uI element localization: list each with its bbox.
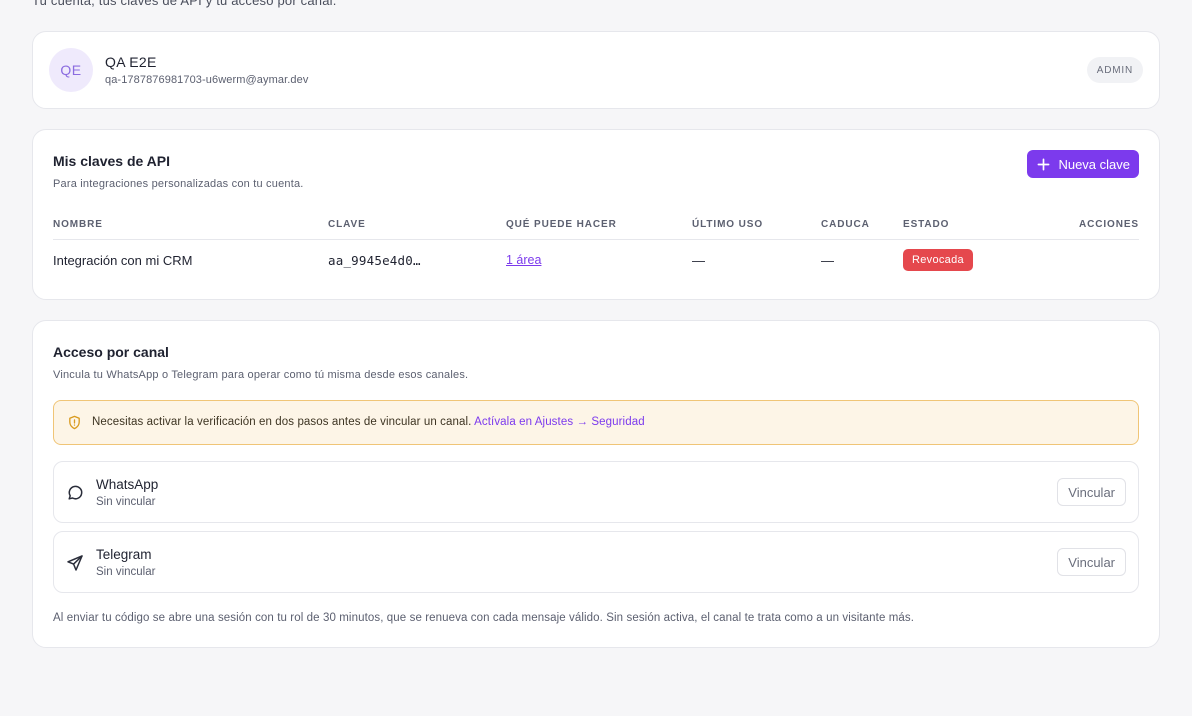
- channel-telegram: Telegram Sin vincular Vincular: [53, 531, 1139, 593]
- message-circle-icon: [68, 485, 83, 500]
- profile-name: QA E2E: [105, 54, 157, 70]
- channels-subtitle: Vincula tu WhatsApp o Telegram para oper…: [53, 369, 469, 381]
- key-name: Integración con mi CRM: [53, 253, 193, 268]
- column-header-actions: Acciones: [1079, 219, 1139, 230]
- channel-status: Sin vincular: [96, 566, 156, 578]
- channel-status: Sin vincular: [96, 496, 156, 508]
- column-header-scope: Qué puede hacer: [506, 219, 617, 230]
- channel-name: WhatsApp: [96, 477, 159, 492]
- new-key-label: Nueva clave: [1058, 156, 1130, 172]
- table-row: Integración con mi CRM aa_9945e4d0… 1 ár…: [53, 240, 1139, 280]
- link-whatsapp-button[interactable]: Vincular: [1057, 478, 1126, 506]
- channel-access-card: Acceso por canal Vincula tu WhatsApp o T…: [32, 320, 1160, 648]
- channel-whatsapp: WhatsApp Sin vincular Vincular: [53, 461, 1139, 523]
- api-keys-subtitle: Para integraciones personalizadas con tu…: [53, 178, 304, 190]
- key-scope-link[interactable]: 1 área: [506, 253, 541, 267]
- api-keys-table: Nombre Clave Qué puede hacer Último uso …: [53, 216, 1139, 280]
- alert-text: Necesitas activar la verificación en dos…: [92, 416, 472, 428]
- shield-alert-icon: [69, 415, 80, 430]
- new-key-button[interactable]: Nueva clave: [1027, 150, 1139, 178]
- column-header-expires: Caduca: [821, 219, 870, 230]
- send-icon: [67, 555, 83, 571]
- key-expires: —: [821, 253, 834, 268]
- table-header: Nombre Clave Qué puede hacer Último uso …: [53, 216, 1139, 240]
- key-value: aa_9945e4d0…: [328, 253, 421, 268]
- column-header-name: Nombre: [53, 219, 103, 230]
- api-keys-title: Mis claves de API: [53, 153, 170, 169]
- column-header-last-used: Último uso: [692, 219, 764, 230]
- status-badge: Revocada: [903, 249, 973, 271]
- role-badge: ADMIN: [1086, 57, 1143, 83]
- profile-card: QE QA E2E qa-1787876981703-u6werm@aymar.…: [32, 31, 1160, 109]
- page-intro: Tu cuenta, tus claves de API y tu acceso…: [32, 0, 337, 8]
- channel-name: Telegram: [96, 547, 152, 562]
- column-header-status: Estado: [903, 219, 950, 230]
- avatar: QE: [49, 48, 93, 92]
- profile-email: qa-1787876981703-u6werm@aymar.dev: [105, 74, 309, 86]
- column-header-key: Clave: [328, 219, 366, 230]
- key-last-used: —: [692, 253, 705, 268]
- plus-icon: [1038, 158, 1050, 170]
- api-keys-card: Mis claves de API Para integraciones per…: [32, 129, 1160, 300]
- security-settings-link[interactable]: Actívala en Ajustes → Seguridad: [474, 416, 645, 428]
- link-telegram-button[interactable]: Vincular: [1057, 548, 1126, 576]
- alert-message: Necesitas activar la verificación en dos…: [92, 416, 645, 428]
- channels-title: Acceso por canal: [53, 344, 169, 360]
- two-factor-alert: Necesitas activar la verificación en dos…: [53, 400, 1139, 445]
- session-footnote: Al enviar tu código se abre una sesión c…: [53, 612, 915, 624]
